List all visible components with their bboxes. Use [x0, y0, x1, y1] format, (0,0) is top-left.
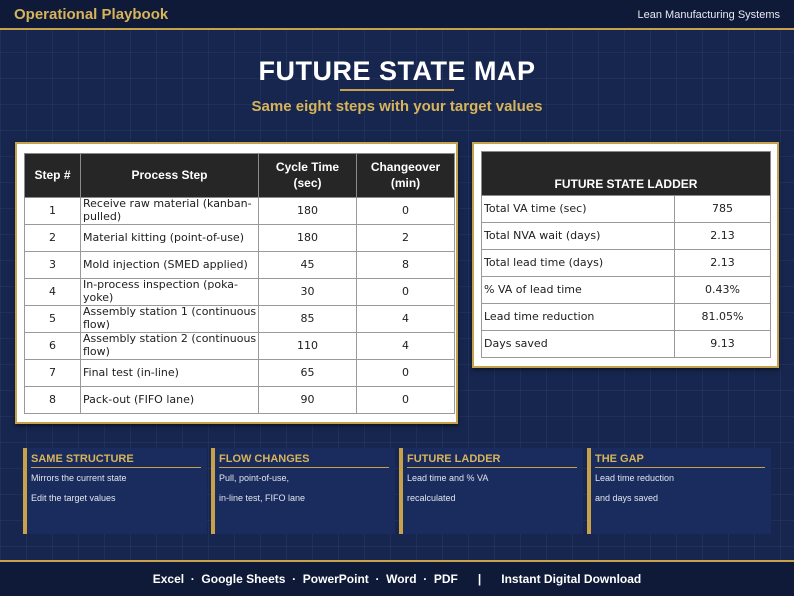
title-underline: [340, 89, 454, 91]
card-title: SAME STRUCTURE: [31, 453, 201, 468]
changeover-value: 8: [356, 251, 455, 279]
changeover-value: 0: [356, 359, 455, 387]
ladder-row: Days saved 9.13: [481, 330, 771, 358]
changeover-value: 0: [356, 386, 455, 414]
table-row: 2 Material kitting (point-of-use) 180 2: [24, 224, 455, 252]
card-text: Mirrors the current state: [31, 473, 127, 483]
table-row: 1 Receive raw material (kanban-pulled) 1…: [24, 197, 455, 225]
step-number: 4: [24, 278, 81, 306]
card-title: THE GAP: [595, 453, 765, 468]
page-title: FUTURE STATE MAP: [258, 56, 536, 86]
process-step-name: Receive raw material (kanban-pulled): [80, 197, 259, 225]
table-row: 8 Pack-out (FIFO lane) 90 0: [24, 386, 455, 414]
top-bar: Operational Playbook Lean Manufacturing …: [0, 0, 794, 30]
table-row: 3 Mold injection (SMED applied) 45 8: [24, 251, 455, 279]
card-text: Lead time and % VA: [407, 473, 489, 483]
ladder-value: 2.13: [674, 222, 771, 250]
cycle-time-value: 85: [258, 305, 357, 333]
ladder-value: 2.13: [674, 249, 771, 277]
card-text: Lead time reduction: [595, 473, 675, 483]
ladder-label: Lead time reduction: [481, 303, 675, 331]
step-number: 6: [24, 332, 81, 360]
column-header-cycle-time: Cycle Time (sec): [258, 153, 357, 198]
ladder-row: Total lead time (days) 2.13: [481, 249, 771, 277]
header-right-text: Lean Manufacturing Systems: [637, 9, 780, 21]
process-step-name: Assembly station 1 (continuous flow): [80, 305, 259, 333]
footer-bar: Excel · Google Sheets · PowerPoint · Wor…: [0, 562, 794, 596]
cycle-time-value: 45: [258, 251, 357, 279]
ladder-label: Days saved: [481, 330, 675, 358]
ladder-row: Total NVA wait (days) 2.13: [481, 222, 771, 250]
page-subtitle: Same eight steps with your target values: [251, 98, 543, 115]
cycle-time-value: 110: [258, 332, 357, 360]
table-row: 6 Assembly station 2 (continuous flow) 1…: [24, 332, 455, 360]
process-step-name: Pack-out (FIFO lane): [80, 386, 259, 414]
cycle-time-value: 90: [258, 386, 357, 414]
ladder-value: 0.43%: [674, 276, 771, 304]
table-row: 5 Assembly station 1 (continuous flow) 8…: [24, 305, 455, 333]
ladder-label: Total VA time (sec): [481, 195, 675, 223]
ladder-row: % VA of lead time 0.43%: [481, 276, 771, 304]
ladder-value: 785: [674, 195, 771, 223]
ladder-value: 81.05%: [674, 303, 771, 331]
table-row: 4 In-process inspection (poka-yoke) 30 0: [24, 278, 455, 306]
ladder-value: 9.13: [674, 330, 771, 358]
step-number: 1: [24, 197, 81, 225]
card-title: FLOW CHANGES: [219, 453, 389, 468]
card-text: and days saved: [595, 493, 659, 503]
card-text: in-line test, FIFO lane: [219, 493, 306, 503]
process-step-name: In-process inspection (poka-yoke): [80, 278, 259, 306]
changeover-value: 0: [356, 197, 455, 225]
ladder-panel: FUTURE STATE LADDER Total VA time (sec) …: [472, 142, 779, 368]
card-title: FUTURE LADDER: [407, 453, 577, 468]
info-card-future-ladder: FUTURE LADDER Lead time and % VA recalcu…: [399, 448, 583, 534]
card-text: Pull, point-of-use,: [219, 473, 290, 483]
step-number: 3: [24, 251, 81, 279]
card-text: recalculated: [407, 493, 456, 503]
footer-formats: Excel · Google Sheets · PowerPoint · Wor…: [152, 572, 642, 586]
step-number: 7: [24, 359, 81, 387]
table-row: 7 Final test (in-line) 65 0: [24, 359, 455, 387]
ladder-row: Lead time reduction 81.05%: [481, 303, 771, 331]
ladder-label: Total lead time (days): [481, 249, 675, 277]
info-card-same-structure: SAME STRUCTURE Mirrors the current state…: [23, 448, 207, 534]
info-card-the-gap: THE GAP Lead time reduction and days sav…: [587, 448, 771, 534]
ladder-label: % VA of lead time: [481, 276, 675, 304]
table-header-row: Step # Process Step Cycle Time (sec) Cha…: [24, 153, 455, 198]
changeover-value: 0: [356, 278, 455, 306]
step-number: 2: [24, 224, 81, 252]
info-card-flow-changes: FLOW CHANGES Pull, point-of-use, in-line…: [211, 448, 395, 534]
ladder-row: Total VA time (sec) 785: [481, 195, 771, 223]
column-header-changeover: Changeover (min): [356, 153, 455, 198]
cycle-time-value: 65: [258, 359, 357, 387]
cycle-time-value: 180: [258, 224, 357, 252]
future-state-ladder-table: FUTURE STATE LADDER Total VA time (sec) …: [481, 151, 771, 358]
info-cards: SAME STRUCTURE Mirrors the current state…: [23, 448, 773, 534]
changeover-value: 2: [356, 224, 455, 252]
cycle-time-value: 180: [258, 197, 357, 225]
process-step-name: Mold injection (SMED applied): [80, 251, 259, 279]
cycle-time-value: 30: [258, 278, 357, 306]
step-number: 8: [24, 386, 81, 414]
process-step-name: Final test (in-line): [80, 359, 259, 387]
column-header-step: Step #: [24, 153, 81, 198]
process-step-name: Assembly station 2 (continuous flow): [80, 332, 259, 360]
changeover-value: 4: [356, 305, 455, 333]
brand-title: Operational Playbook: [14, 6, 169, 23]
changeover-value: 4: [356, 332, 455, 360]
process-step-name: Material kitting (point-of-use): [80, 224, 259, 252]
step-number: 5: [24, 305, 81, 333]
column-header-process-step: Process Step: [80, 153, 259, 198]
process-table-panel: Step # Process Step Cycle Time (sec) Cha…: [15, 142, 458, 424]
ladder-title: FUTURE STATE LADDER: [481, 151, 771, 196]
ladder-label: Total NVA wait (days): [481, 222, 675, 250]
card-text: Edit the target values: [31, 493, 116, 503]
ladder-header-row: FUTURE STATE LADDER: [481, 151, 771, 196]
process-table: Step # Process Step Cycle Time (sec) Cha…: [24, 153, 455, 414]
